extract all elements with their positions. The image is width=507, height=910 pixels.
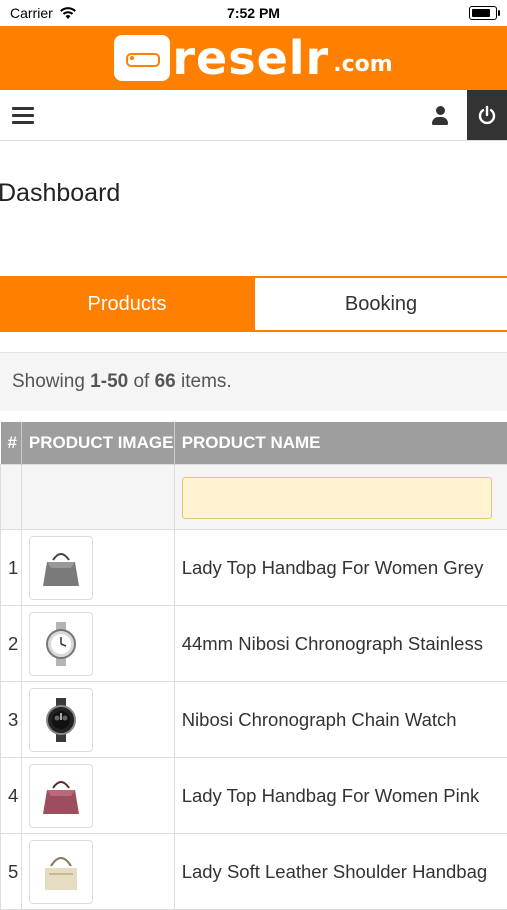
top-nav — [0, 90, 507, 141]
col-header-image[interactable]: PRODUCT IMAGE — [21, 422, 174, 465]
product-name: Lady Top Handbag For Women Grey — [174, 530, 507, 606]
hamburger-icon[interactable] — [12, 107, 34, 124]
page-title: Dashboard — [0, 179, 507, 208]
dashboard-tabs: Products Booking — [0, 276, 507, 332]
product-name-filter-input[interactable] — [182, 477, 492, 519]
table-row[interactable]: 1 Lady Top Handbag For Women Grey — [1, 530, 507, 606]
silver-watch-icon[interactable] — [29, 612, 93, 676]
row-number: 1 — [1, 530, 22, 606]
col-header-name[interactable]: PRODUCT NAME — [174, 422, 507, 465]
table-row[interactable]: 5 Lady Soft Leather Shoulder Handbag — [1, 834, 507, 910]
logo-suffix: .com — [333, 52, 392, 77]
reselr-logo[interactable]: reselr .com — [114, 35, 392, 81]
battery-icon — [469, 6, 497, 20]
products-table: # PRODUCT IMAGE PRODUCT NAME 1 Lady Top … — [0, 422, 507, 910]
col-header-number[interactable]: # — [1, 422, 22, 465]
grey-handbag-icon[interactable] — [29, 536, 93, 600]
tab-booking[interactable]: Booking — [254, 276, 507, 332]
summary-box: Showing 1-50 of 66 items. — [0, 352, 507, 411]
logout-button[interactable] — [467, 90, 507, 140]
tab-products[interactable]: Products — [0, 276, 254, 332]
brand-header: reselr .com — [0, 26, 507, 90]
wallet-logo-icon — [114, 35, 170, 81]
table-row[interactable]: 2 44mm Nibosi Chronograph Stainless — [1, 606, 507, 682]
row-number: 3 — [1, 682, 22, 758]
table-header: # PRODUCT IMAGE PRODUCT NAME — [1, 422, 507, 465]
product-name: Nibosi Chronograph Chain Watch — [174, 682, 507, 758]
status-left: Carrier — [10, 5, 77, 21]
summary-range: 1-50 — [90, 371, 128, 392]
pink-handbag-icon[interactable] — [29, 764, 93, 828]
beige-handbag-icon[interactable] — [29, 840, 93, 904]
carrier-label: Carrier — [10, 5, 53, 21]
product-name: Lady Soft Leather Shoulder Handbag — [174, 834, 507, 910]
logo-text: reselr — [172, 35, 329, 81]
wifi-icon — [59, 7, 77, 20]
row-number: 4 — [1, 758, 22, 834]
row-number: 5 — [1, 834, 22, 910]
row-number: 2 — [1, 606, 22, 682]
table-row[interactable]: 3 Nibosi Chronograph Chain Watch — [1, 682, 507, 758]
black-watch-icon[interactable] — [29, 688, 93, 752]
table-row[interactable]: 4 Lady Top Handbag For Women Pink — [1, 758, 507, 834]
summary-total: 66 — [155, 371, 176, 392]
items-summary: Showing 1-50 of 66 items. — [0, 353, 507, 411]
user-icon[interactable] — [431, 106, 449, 124]
product-name: Lady Top Handbag For Women Pink — [174, 758, 507, 834]
power-icon — [477, 105, 497, 125]
product-name: 44mm Nibosi Chronograph Stainless — [174, 606, 507, 682]
status-bar: Carrier 7:52 PM — [0, 0, 507, 26]
filter-row — [1, 465, 507, 530]
